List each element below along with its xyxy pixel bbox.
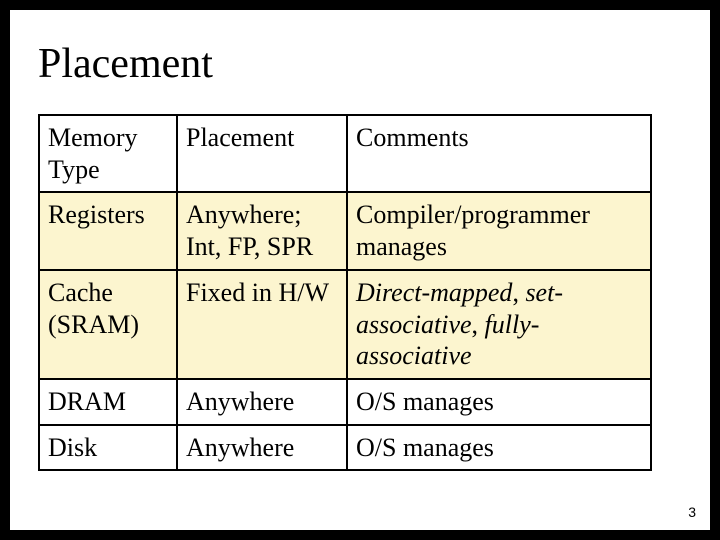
cell-placement: Fixed in H/W [177, 270, 347, 379]
cell-comments: Direct-mapped, set-associative, fully-as… [347, 270, 651, 379]
slide: Placement Memory Type Placement Comments… [10, 10, 710, 530]
cell-comments: Compiler/programmer manages [347, 192, 651, 269]
placement-table: Memory Type Placement Comments Registers… [38, 114, 650, 471]
table-row: DRAM Anywhere O/S manages [39, 379, 651, 425]
separator: , [512, 278, 525, 307]
table: Memory Type Placement Comments Registers… [38, 114, 652, 471]
italic-term: Direct-mapped [356, 278, 512, 307]
cell-memory-type: Cache (SRAM) [39, 270, 177, 379]
cell-placement: Anywhere; Int, FP, SPR [177, 192, 347, 269]
header-memory-type: Memory Type [39, 115, 177, 192]
separator: , [472, 310, 485, 339]
table-row: Registers Anywhere; Int, FP, SPR Compile… [39, 192, 651, 269]
table-header-row: Memory Type Placement Comments [39, 115, 651, 192]
cell-memory-type: Disk [39, 425, 177, 471]
header-placement: Placement [177, 115, 347, 192]
cell-comments: O/S manages [347, 379, 651, 425]
cell-placement: Anywhere [177, 425, 347, 471]
cell-memory-type: Registers [39, 192, 177, 269]
table-row: Disk Anywhere O/S manages [39, 425, 651, 471]
cell-placement: Anywhere [177, 379, 347, 425]
page-title: Placement [38, 40, 213, 88]
cell-comments: O/S manages [347, 425, 651, 471]
table-row: Cache (SRAM) Fixed in H/W Direct-mapped,… [39, 270, 651, 379]
cell-memory-type: DRAM [39, 379, 177, 425]
header-comments: Comments [347, 115, 651, 192]
page-number: 3 [688, 504, 696, 520]
